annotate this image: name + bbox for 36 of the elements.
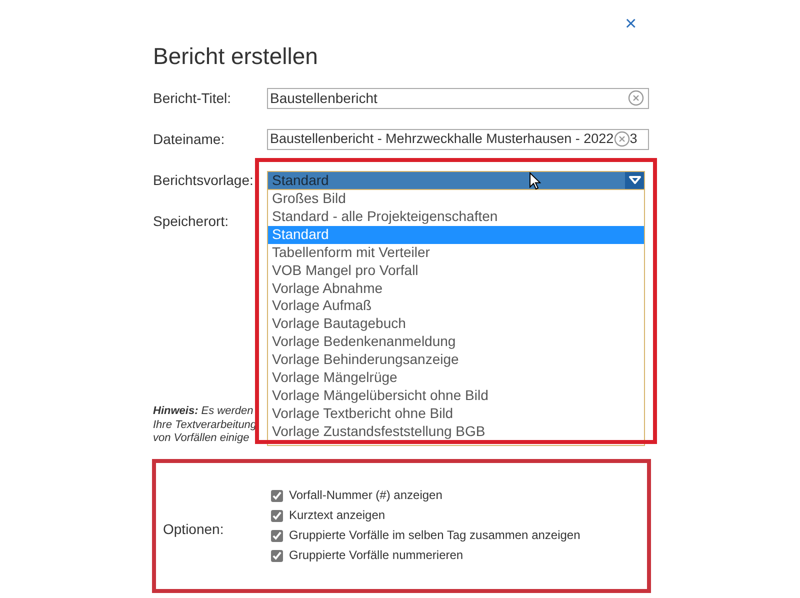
dropdown-option[interactable]: VOB Mangel pro Vorfall (268, 262, 644, 280)
dropdown-option[interactable]: Vorlage Bedenkenanmeldung (268, 333, 644, 352)
dropdown-option[interactable]: Vorlage Aufmaß (268, 297, 644, 316)
dropdown-option[interactable]: Vorlage Mängelrüge (268, 369, 644, 387)
clear-icon[interactable] (614, 131, 630, 147)
text-field[interactable]: Baustellenbericht - Mehrzweckhalle Musterhausen - 2022 3 (267, 128, 649, 150)
checkbox[interactable] (271, 530, 283, 542)
hint-text: von Vorfällen einige (153, 432, 250, 446)
checkbox[interactable] (271, 510, 283, 522)
dropdown-option[interactable]: Vorlage Bautagebuch (268, 315, 644, 334)
field-label: Berichtsvorlage: (153, 170, 254, 190)
dropdown-option[interactable]: Vorlage Zustandsfeststellung BGB (268, 422, 644, 441)
field-label: Speicherort: (153, 212, 230, 231)
dropdown-option[interactable]: Vorlage Mängelübersicht ohne Bild (268, 386, 644, 405)
dropdown-option[interactable]: Tabellenform mit Verteiler (268, 244, 644, 262)
hint-text: Hinweis: Es werden (153, 405, 254, 418)
dropdown-option[interactable]: Vorlage Behinderungsanzeige (268, 351, 644, 370)
dialog-title: Bericht erstellen (153, 42, 318, 70)
field-label: Dateiname: (153, 130, 226, 148)
checkbox[interactable] (271, 490, 283, 502)
option-label: Gruppierte Vorfälle nummerieren (289, 548, 464, 563)
option-label: Gruppierte Vorfälle im selben Tag zusammen anzeigen (289, 528, 580, 543)
option-label: Kurztext anzeigen (289, 508, 386, 523)
field-label: Bericht-Titel: (153, 88, 232, 108)
dropdown-option[interactable]: Vorlage Textbericht ohne Bild (268, 404, 644, 423)
dropdown-option[interactable]: Vorlage Abnahme (268, 280, 644, 298)
text-field[interactable]: Baustellenbericht (267, 88, 649, 108)
option-label: Vorfall-Nummer (#) anzeigen (289, 488, 442, 503)
caret-icon (628, 176, 640, 184)
checkbox[interactable] (271, 550, 283, 562)
dropdown-option[interactable]: Standard - alle Projekteigenschaften (268, 208, 644, 226)
dropdown-option[interactable]: Großes Bild (268, 190, 644, 208)
close-button[interactable]: × (625, 14, 637, 34)
clear-icon[interactable] (628, 90, 644, 106)
options-label: Optionen: (162, 520, 225, 539)
hint-text: Ihre Textverarbeitung (153, 418, 257, 432)
